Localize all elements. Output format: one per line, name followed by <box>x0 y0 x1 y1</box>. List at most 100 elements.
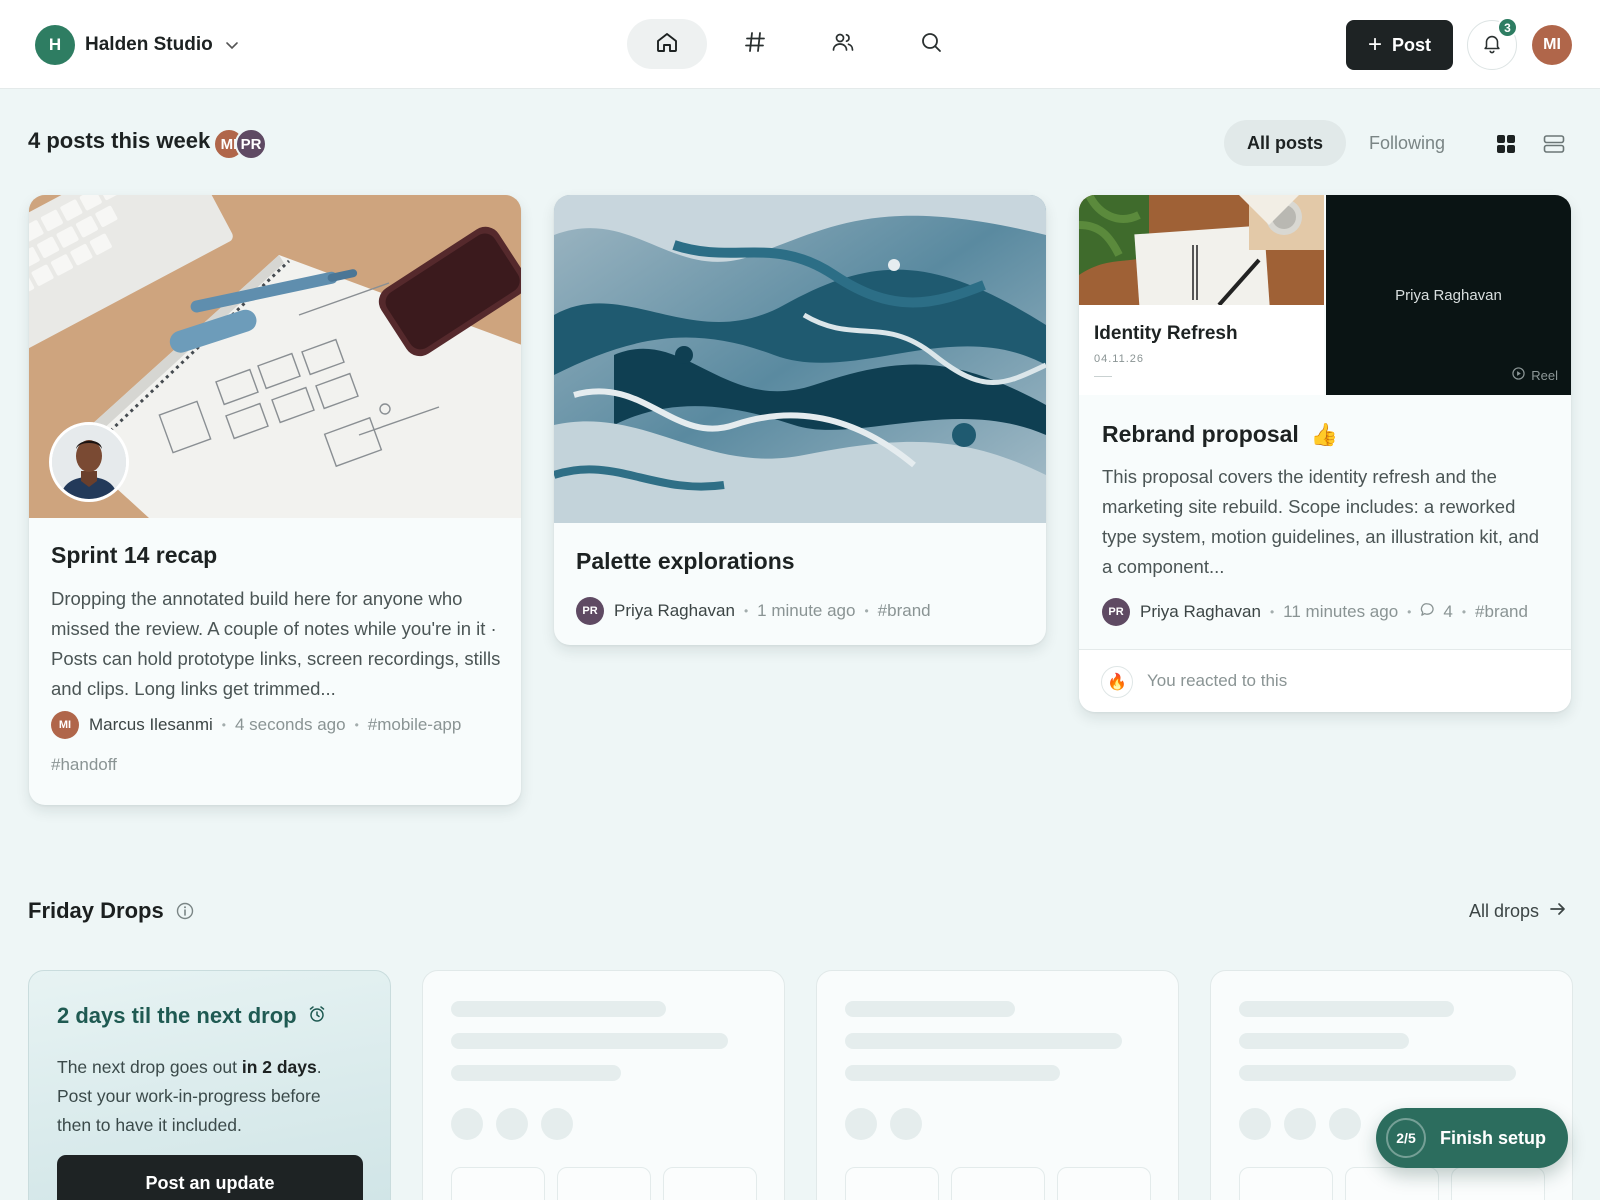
skeleton-line <box>451 1065 621 1081</box>
people-icon <box>831 30 855 59</box>
skeleton-avatar <box>1239 1108 1271 1140</box>
skeleton-line <box>1239 1033 1409 1049</box>
attachment-thumbnail <box>1079 195 1324 305</box>
play-icon <box>1512 367 1531 383</box>
nav-channels[interactable] <box>715 19 795 69</box>
author-avatar: PR <box>1102 598 1130 626</box>
post-meta: MI Marcus Ilesanmi • 4 seconds ago • #mo… <box>51 711 511 775</box>
notification-count-badge: 3 <box>1497 17 1518 38</box>
post-update-button[interactable]: Post an update <box>57 1155 363 1200</box>
post-title[interactable]: Sprint 14 recap <box>51 542 217 569</box>
setup-progress: 2/5 <box>1386 1118 1426 1158</box>
info-icon[interactable] <box>176 902 194 920</box>
section-title-text: Friday Drops <box>28 898 164 923</box>
skeleton-line <box>845 1033 1122 1049</box>
skeleton-line <box>845 1065 1060 1081</box>
thumbs-up-icon: 👍 <box>1310 421 1339 447</box>
arrow-right-icon <box>1539 900 1567 923</box>
hashtag-icon <box>743 30 767 59</box>
nav-people[interactable] <box>803 19 883 69</box>
attachment-reel[interactable]: Priya Raghavan Reel <box>1326 195 1571 395</box>
reaction-status: You reacted to this <box>1147 671 1288 690</box>
contributor-avatars[interactable]: MI PR <box>213 128 267 160</box>
home-icon <box>655 30 679 59</box>
post-card[interactable]: Identity Refresh 04.11.26 Priya Raghavan… <box>1079 195 1571 712</box>
workspace-avatar: H <box>35 25 75 65</box>
filter-all-posts[interactable]: All posts <box>1224 120 1347 166</box>
post-excerpt: Dropping the annotated build here for an… <box>51 588 501 699</box>
post-meta: PR Priya Raghavan • 11 minutes ago • 4 •… <box>1102 598 1528 626</box>
separator: • <box>1461 605 1467 619</box>
post-card[interactable]: Palette explorations PR Priya Raghavan •… <box>554 195 1046 645</box>
tag-link[interactable]: #brand <box>1475 602 1528 622</box>
post-image <box>554 195 1046 523</box>
skeleton-avatar <box>890 1108 922 1140</box>
post-time: 11 minutes ago <box>1283 602 1399 621</box>
tag-link[interactable]: #brand <box>878 601 931 621</box>
all-drops-link[interactable]: All drops <box>1469 900 1567 923</box>
user-avatar[interactable]: MI <box>1532 25 1572 65</box>
post-card[interactable]: Sprint 14 recap Dropping the annotated b… <box>29 195 521 805</box>
post-time: 4 seconds ago <box>234 715 346 734</box>
separator: • <box>354 718 359 732</box>
separator: • <box>743 604 749 618</box>
plus-icon: + <box>1367 31 1382 58</box>
filter-following[interactable]: Following <box>1346 120 1468 166</box>
list-view-icon[interactable] <box>1542 132 1566 156</box>
search-icon <box>919 30 943 59</box>
post-title[interactable]: Rebrand proposal 👍 <box>1102 421 1338 448</box>
separator: • <box>864 604 869 618</box>
notifications-button[interactable]: 3 <box>1467 17 1518 70</box>
view-toggle <box>1494 132 1590 156</box>
skeleton-avatar <box>496 1108 528 1140</box>
skeleton-tile <box>663 1167 757 1200</box>
tag-link[interactable]: #handoff <box>51 755 511 775</box>
workspace-name: Halden Studio <box>85 34 213 55</box>
skeleton-avatar <box>845 1108 877 1140</box>
next-drop-title-text: 2 days til the next drop <box>57 1003 297 1028</box>
nav-home[interactable] <box>627 19 707 69</box>
author-name[interactable]: Marcus Ilesanmi <box>89 715 213 735</box>
comment-icon <box>1420 602 1443 622</box>
separator: • <box>221 718 226 732</box>
next-drop-countdown: in 2 days <box>241 1057 317 1077</box>
post-title-text: Rebrand proposal <box>1102 421 1299 447</box>
top-bar: H Halden Studio + Post 3 MI <box>0 0 1600 89</box>
all-drops-label: All drops <box>1469 901 1540 921</box>
skeleton-line <box>1239 1001 1454 1017</box>
skeleton-line <box>451 1001 666 1017</box>
attachment-date: 04.11.26 <box>1094 353 1145 365</box>
avatar: PR <box>235 128 267 160</box>
nav-search[interactable] <box>891 19 971 69</box>
tag-link[interactable]: #mobile-app <box>368 715 462 735</box>
attachment-document[interactable]: Identity Refresh 04.11.26 <box>1079 195 1324 395</box>
comment-count-value: 4 <box>1443 602 1453 621</box>
author-name[interactable]: Priya Raghavan <box>1140 602 1261 622</box>
next-drop-card: 2 days til the next drop The next drop g… <box>28 970 391 1200</box>
new-post-button[interactable]: + Post <box>1346 20 1453 70</box>
reel-label: Reel <box>1512 367 1558 383</box>
reel-author: Priya Raghavan <box>1395 287 1502 304</box>
author-avatar: MI <box>51 711 79 739</box>
finish-setup-button[interactable]: 2/5 Finish setup <box>1376 1108 1568 1168</box>
skeleton-line <box>1239 1065 1516 1081</box>
workspace-switcher[interactable]: H Halden Studio <box>35 25 239 65</box>
post-time: 1 minute ago <box>757 601 856 620</box>
new-post-label: Post <box>1392 34 1432 55</box>
skeleton-tile <box>1057 1167 1151 1200</box>
fire-icon[interactable]: 🔥 <box>1101 666 1133 698</box>
reel-label-text: Reel <box>1531 367 1558 383</box>
author-name[interactable]: Priya Raghavan <box>614 601 735 621</box>
drop-placeholder-card <box>422 970 785 1200</box>
separator: • <box>1407 605 1412 619</box>
grid-view-icon[interactable] <box>1494 132 1518 156</box>
next-drop-title: 2 days til the next drop <box>57 1003 326 1029</box>
separator: • <box>1269 605 1275 619</box>
post-title[interactable]: Palette explorations <box>576 548 795 575</box>
next-drop-text-start: The next drop goes out <box>57 1057 242 1077</box>
post-excerpt: This proposal covers the identity refres… <box>1102 466 1540 577</box>
alarm-clock-icon <box>297 1003 326 1029</box>
comment-count[interactable]: 4 <box>1420 602 1453 622</box>
skeleton-tile <box>557 1167 651 1200</box>
attachment-title: Identity Refresh <box>1094 323 1238 344</box>
